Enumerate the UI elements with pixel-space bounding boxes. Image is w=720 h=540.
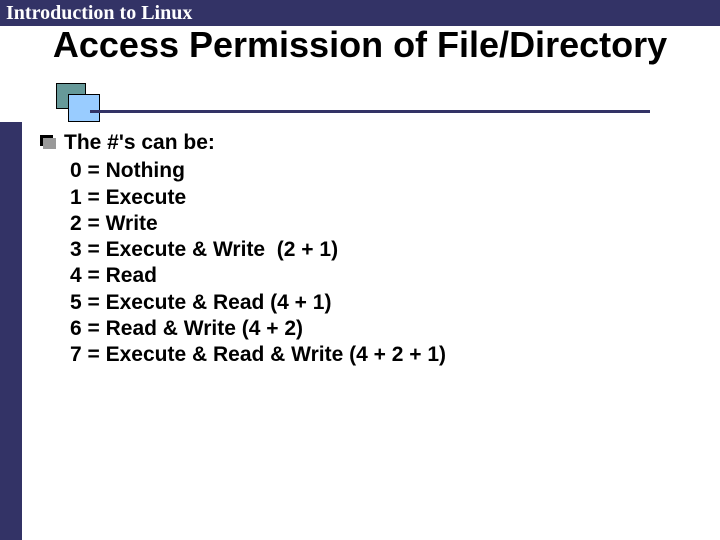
- header-title: Introduction to Linux: [6, 2, 192, 25]
- side-accent-bar: [0, 122, 22, 540]
- slide-title: Access Permission of File/Directory: [0, 26, 720, 64]
- permission-list: 0 = Nothing 1 = Execute 2 = Write 3 = Ex…: [70, 158, 680, 368]
- title-deco-square-front: [68, 94, 100, 122]
- permission-line: 2 = Write: [70, 211, 680, 237]
- permission-line: 3 = Execute & Write (2 + 1): [70, 237, 680, 263]
- permission-line: 5 = Execute & Read (4 + 1): [70, 290, 680, 316]
- bullet-shadowed-square-icon: [40, 135, 56, 149]
- title-underline: [90, 110, 650, 113]
- permission-line: 6 = Read & Write (4 + 2): [70, 316, 680, 342]
- permission-line: 1 = Execute: [70, 185, 680, 211]
- header-bar: Introduction to Linux: [0, 0, 720, 26]
- permission-line: 4 = Read: [70, 263, 680, 289]
- slide-body: The #'s can be: 0 = Nothing 1 = Execute …: [40, 130, 680, 368]
- permission-line: 7 = Execute & Read & Write (4 + 2 + 1): [70, 342, 680, 368]
- permission-line: 0 = Nothing: [70, 158, 680, 184]
- bullet-lead-text: The #'s can be:: [64, 130, 215, 156]
- bullet-row: The #'s can be:: [40, 130, 680, 156]
- slide: Introduction to Linux Access Permission …: [0, 0, 720, 540]
